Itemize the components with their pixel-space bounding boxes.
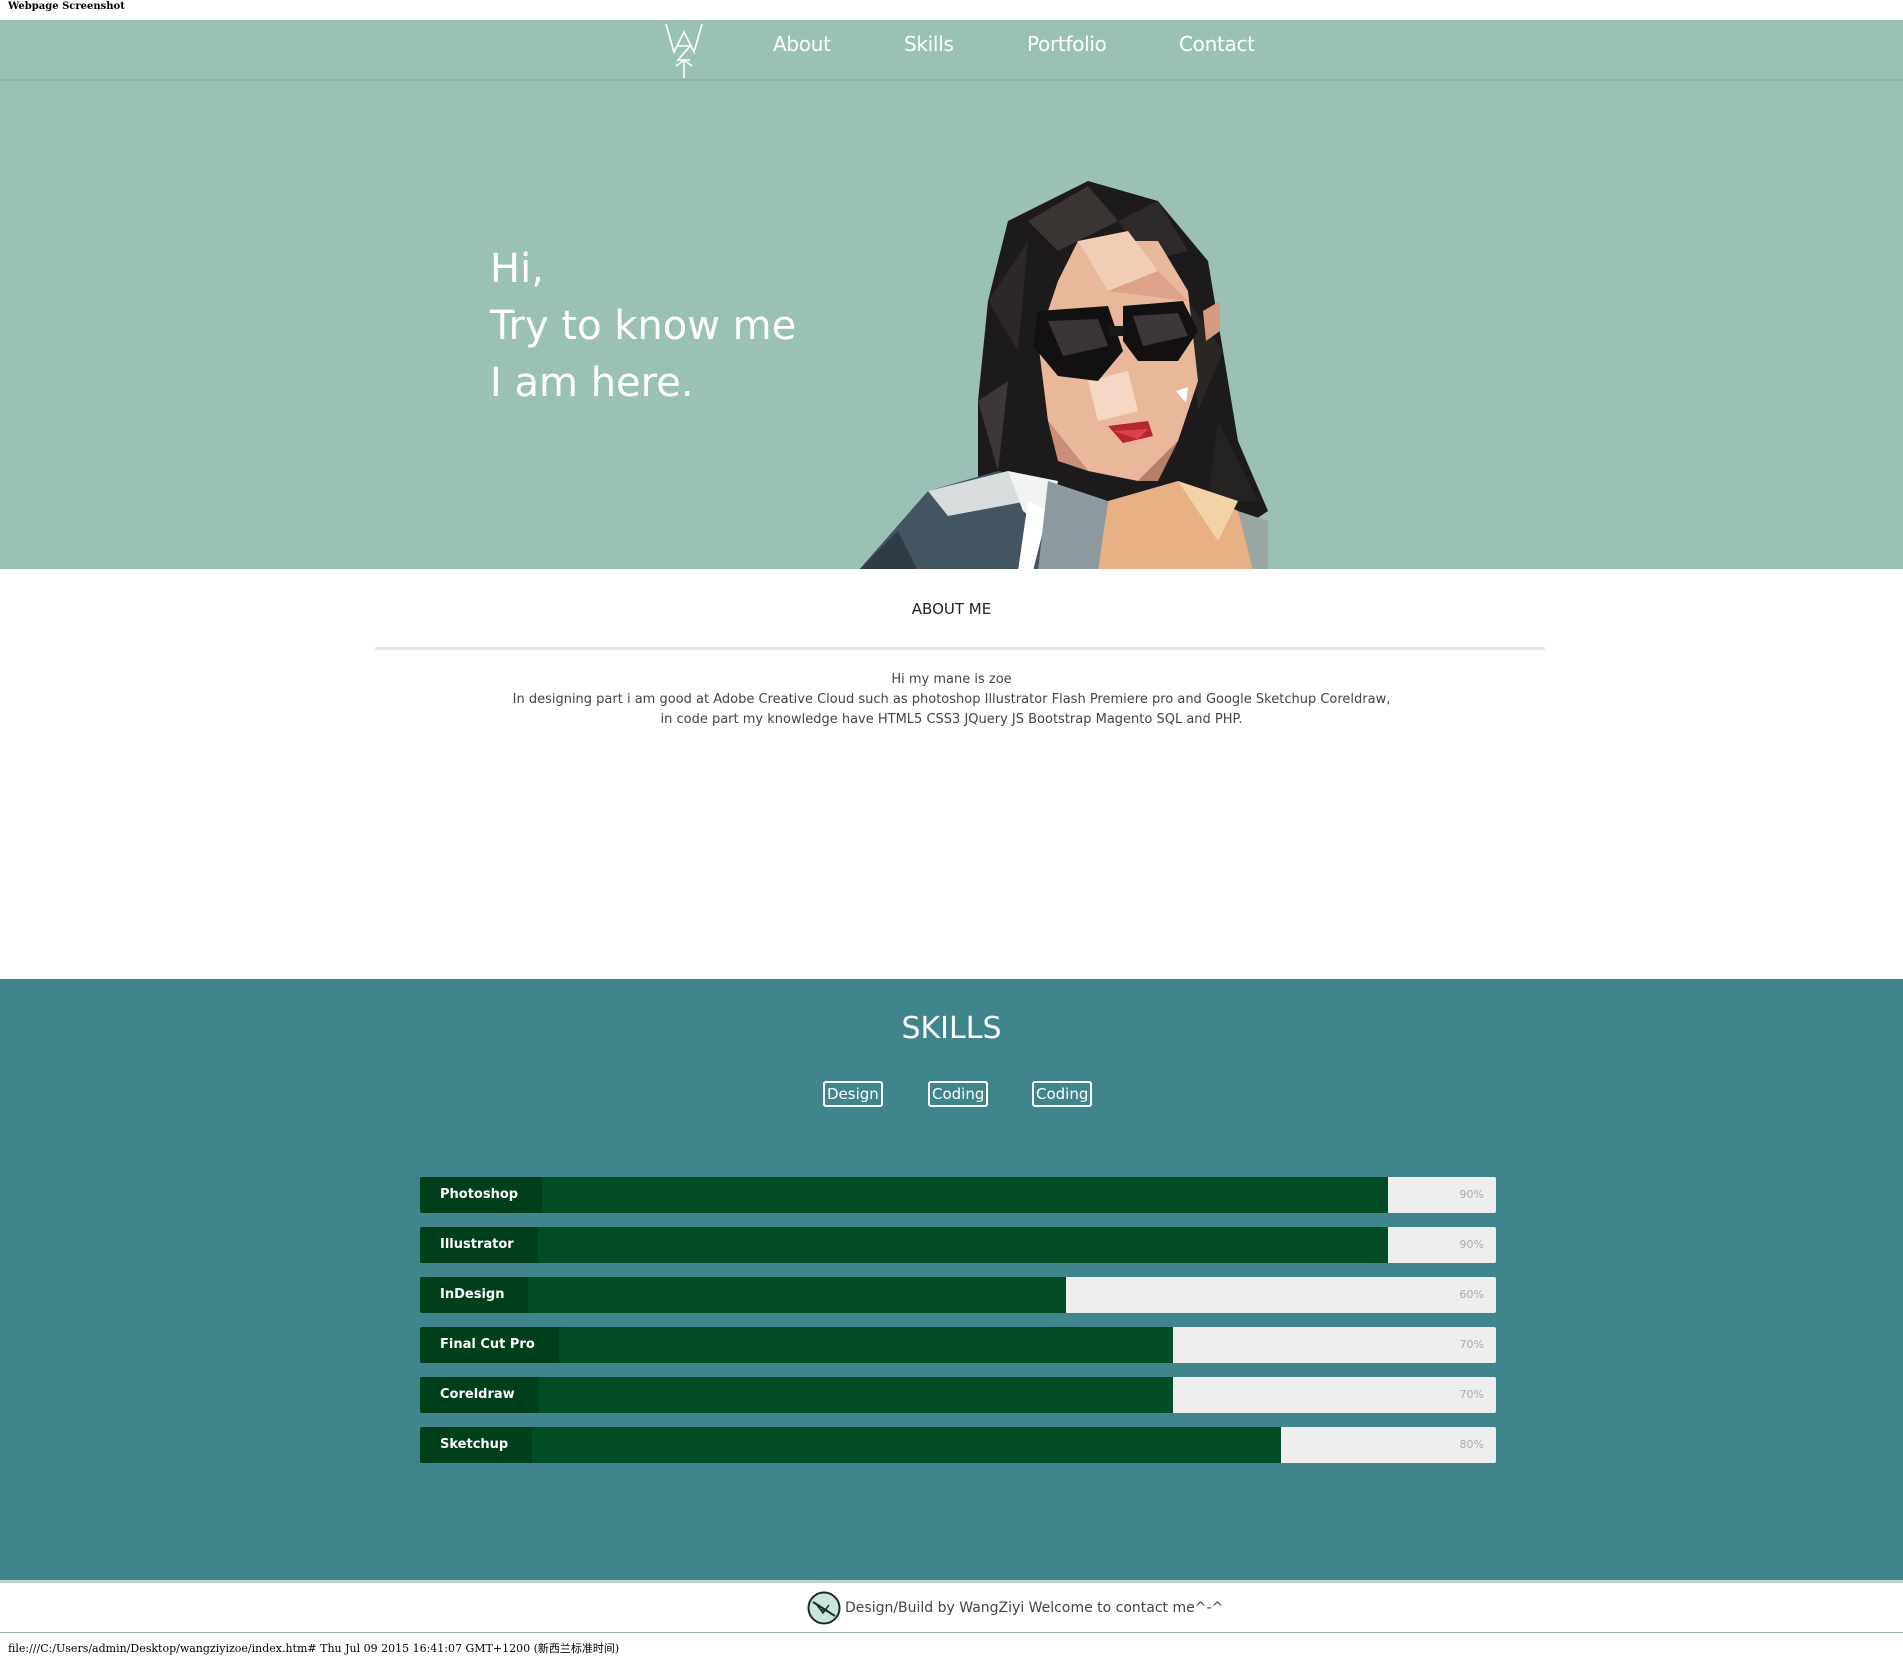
about-divider [375, 647, 1545, 650]
about-section-title: ABOUT ME [911, 600, 992, 618]
skill-bar-label: Coreldraw [420, 1377, 539, 1413]
skill-bars-list: Photoshop 90% Illustrator 90% InDesign 6… [420, 1177, 1496, 1477]
status-url: file:///C:/Users/admin/Desktop/wangziyiz… [8, 1642, 620, 1655]
hero-line-1: Hi, [490, 246, 544, 292]
skill-bar: Coreldraw 70% [420, 1377, 1496, 1413]
about-line-3: in code part my knowledge have HTML5 CSS… [660, 712, 1243, 727]
nav-contact-link[interactable]: Contact [1179, 32, 1255, 56]
low-poly-portrait-image [859, 181, 1268, 569]
browser-status-bar: file:///C:/Users/admin/Desktop/wangziyiz… [0, 1634, 1903, 1656]
skills-section: SKILLS Design Coding Coding Photoshop 90… [0, 979, 1903, 1580]
skill-bar-percent: 90% [1459, 1188, 1484, 1201]
skill-bar-label: Final Cut Pro [420, 1327, 559, 1363]
nav-portfolio-link[interactable]: Portfolio [1027, 32, 1107, 56]
skill-bar-label: Illustrator [420, 1227, 538, 1263]
window-title-bar: Webpage Screenshot [0, 0, 1903, 20]
footer-credit: Design/Build by WangZiyi Welcome to cont… [845, 1600, 1224, 1616]
hero-line-3: I am here. [490, 360, 694, 406]
skill-bar-label: Sketchup [420, 1427, 533, 1463]
skills-tab-coding-2[interactable]: Coding [1032, 1081, 1093, 1107]
skill-bar-percent: 70% [1459, 1338, 1484, 1351]
skill-bar-percent: 90% [1459, 1238, 1484, 1251]
skill-bar-percent: 80% [1459, 1438, 1484, 1451]
skill-bar: InDesign 60% [420, 1277, 1496, 1313]
skill-bar: Final Cut Pro 70% [420, 1327, 1496, 1363]
hero-line-2: Try to know me [490, 303, 797, 349]
hero-section: Hi, Try to know me I am here. [0, 81, 1903, 569]
skill-bar-fill [420, 1177, 1389, 1213]
skill-bar-fill [420, 1227, 1389, 1263]
skills-tab-design[interactable]: Design [823, 1081, 883, 1107]
skill-bar-label: Photoshop [420, 1177, 543, 1213]
nav-about-link[interactable]: About [773, 32, 831, 56]
window-title: Webpage Screenshot [8, 1, 125, 12]
about-line-2: In designing part i am good at Adobe Cre… [512, 692, 1391, 707]
footer: Design/Build by WangZiyi Welcome to cont… [0, 1583, 1903, 1633]
skills-section-title: SKILLS [901, 1011, 1002, 1046]
skill-bar-percent: 60% [1459, 1288, 1484, 1301]
skill-bar-label: InDesign [420, 1277, 529, 1313]
nav-skills-link[interactable]: Skills [904, 32, 954, 56]
skill-bar-fill [420, 1427, 1281, 1463]
wz-monogram-icon[interactable] [664, 22, 704, 80]
hero-greeting: Hi, Try to know me I am here. [490, 241, 796, 412]
skill-bar: Sketchup 80% [420, 1427, 1496, 1463]
about-description: Hi my mane is zoe In designing part i am… [0, 670, 1903, 730]
skill-bar-percent: 70% [1459, 1388, 1484, 1401]
skills-tab-coding[interactable]: Coding [928, 1081, 989, 1107]
about-line-1: Hi my mane is zoe [891, 672, 1012, 687]
skill-bar: Photoshop 90% [420, 1177, 1496, 1213]
wz-circle-logo-icon [807, 1591, 841, 1625]
top-navigation: About Skills Portfolio Contact [0, 20, 1903, 81]
footer-content: Design/Build by WangZiyi Welcome to cont… [807, 1591, 1223, 1625]
skill-bar: Illustrator 90% [420, 1227, 1496, 1263]
